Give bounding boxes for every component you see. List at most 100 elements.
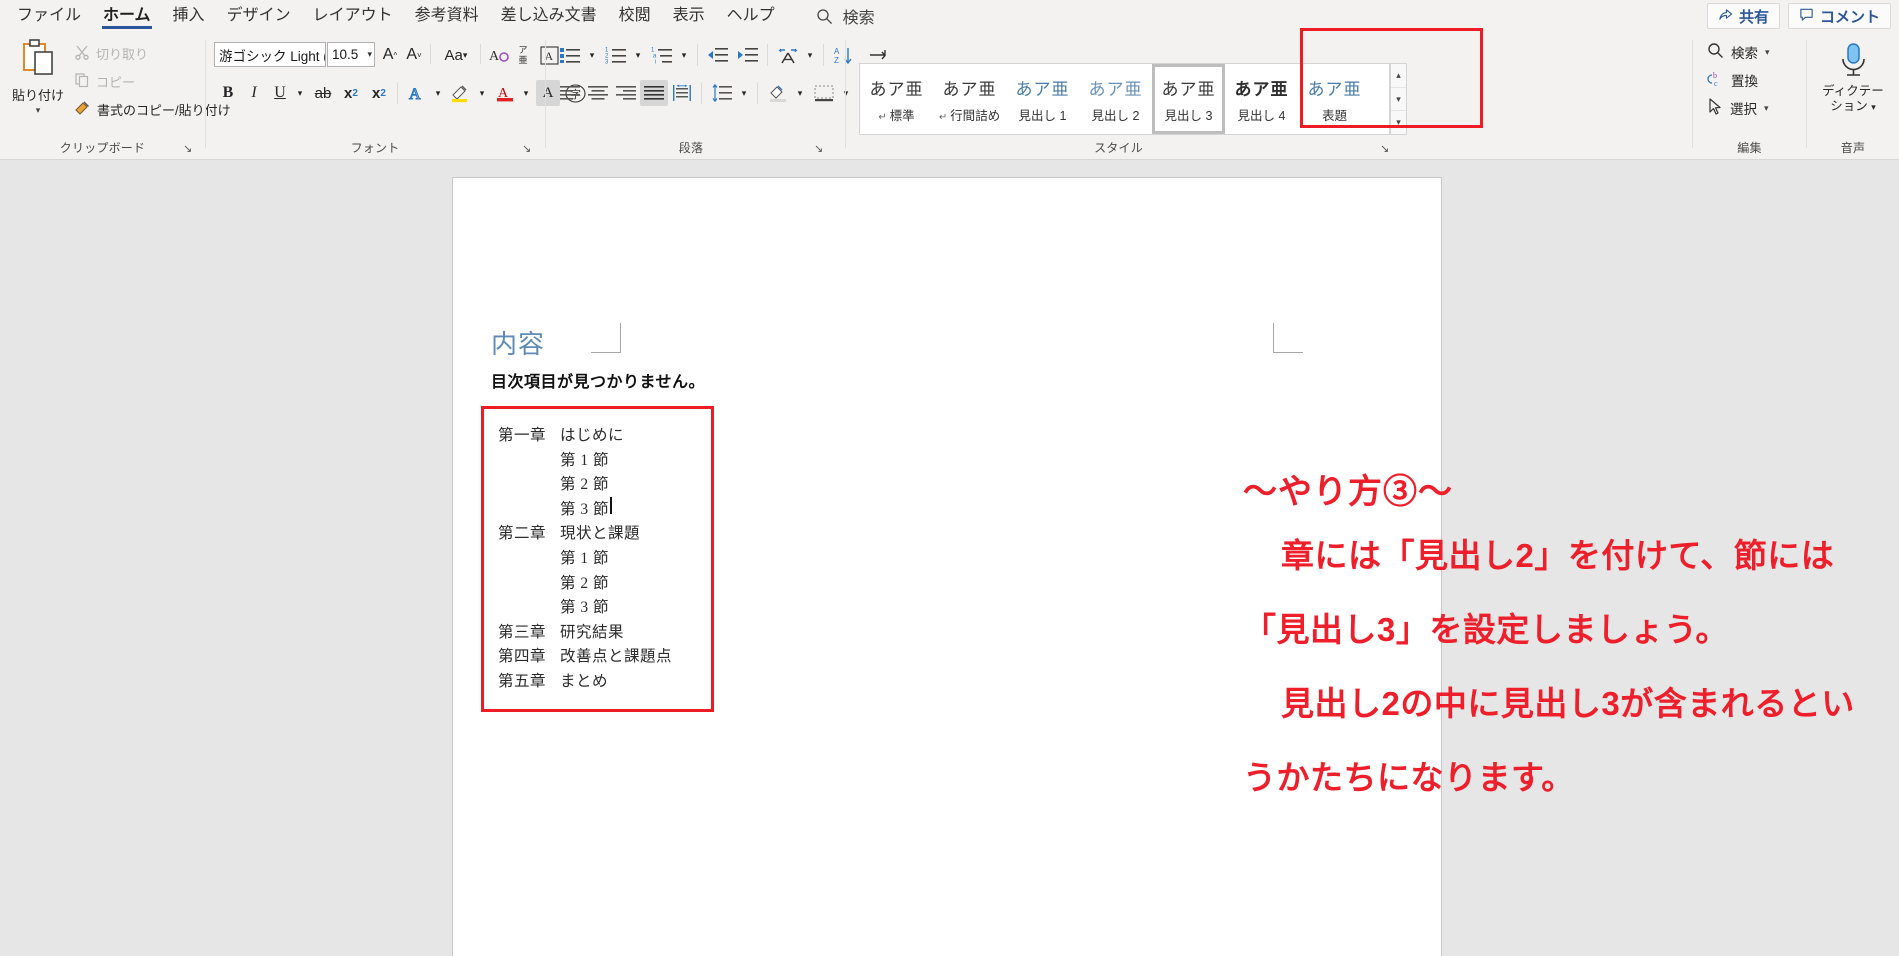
chevron-down-icon[interactable]: ▾ — [1764, 103, 1769, 114]
grow-font-button[interactable]: A ^ — [378, 42, 402, 68]
multilevel-list-button[interactable]: 1ai — [648, 42, 676, 68]
styles-gallery[interactable]: あア亜 ↵ 標準 あア亜 ↵ 行間詰め あア亜 見出し 1 あア亜 見出し 2 あア亜 見出し 3… — [859, 63, 1390, 135]
chapter-row[interactable]: 第 1 節 — [498, 448, 672, 473]
document-page[interactable]: 内容 目次項目が見つかりません。 第一章 はじめに第 1 節第 2 節第 3 節第… — [452, 177, 1854, 956]
phonetic-guide-button[interactable]: ア亜 — [512, 42, 534, 68]
gallery-scroll-down-icon[interactable]: ▾ — [1391, 88, 1406, 112]
ribbon-tab-1[interactable]: ホーム — [92, 0, 162, 32]
ribbon-tab-0[interactable]: ファイル — [6, 0, 92, 32]
shading-chevron-icon[interactable]: ▾ — [792, 80, 808, 106]
ribbon-tab-8[interactable]: 表示 — [662, 0, 716, 32]
chapter-row[interactable]: 第 2 節 — [498, 472, 672, 497]
bold-button[interactable]: B — [216, 80, 240, 106]
line-spacing-button[interactable] — [708, 80, 736, 106]
italic-button[interactable]: I — [242, 80, 266, 106]
style-item-5[interactable]: あア亜 見出し 4 — [1225, 64, 1298, 134]
highlight-chevron-icon[interactable]: ▾ — [474, 80, 490, 106]
style-item-3[interactable]: あア亜 見出し 2 — [1079, 64, 1152, 134]
increase-indent-button[interactable] — [734, 42, 762, 68]
chapter-row[interactable]: 第四章 改善点と課題点 — [498, 644, 672, 669]
copy-button[interactable]: コピー — [74, 69, 135, 93]
styles-dialog-launcher[interactable]: ↘ — [1380, 143, 1392, 155]
clipboard-dialog-launcher[interactable]: ↘ — [183, 143, 195, 155]
shrink-font-button[interactable]: A ˅ — [402, 42, 426, 68]
shading-button[interactable] — [764, 80, 792, 106]
text-effects-chevron-icon[interactable]: ▾ — [430, 80, 446, 106]
ribbon-tab-9[interactable]: ヘルプ — [716, 0, 786, 32]
document-canvas[interactable]: 内容 目次項目が見つかりません。 第一章 はじめに第 1 節第 2 節第 3 節第… — [0, 160, 1899, 956]
subscript-button[interactable]: x2 — [338, 80, 364, 106]
share-button[interactable]: 共有 — [1706, 3, 1780, 29]
style-item-1[interactable]: あア亜 ↵ 行間詰め — [933, 64, 1006, 134]
ribbon-tab-5[interactable]: 参考資料 — [404, 0, 490, 32]
phonetic-guide-paragraph-button[interactable] — [774, 42, 802, 68]
decrease-indent-button[interactable] — [704, 42, 732, 68]
distribute-button[interactable] — [668, 80, 696, 106]
chapter-row[interactable]: 第五章 まとめ — [498, 669, 672, 694]
chevron-down-icon[interactable]: ▾ — [364, 49, 372, 60]
select-button[interactable]: 選択 ▾ — [1707, 96, 1769, 120]
superscript-button[interactable]: x2 — [366, 80, 392, 106]
bullets-chevron-icon[interactable]: ▾ — [584, 42, 600, 68]
paragraph-dialog-launcher[interactable]: ↘ — [814, 143, 826, 155]
gallery-scroll-up-icon[interactable]: ▴ — [1391, 64, 1406, 88]
chapter-row[interactable]: 第二章 現状と課題 — [498, 521, 672, 546]
align-left-button[interactable] — [556, 80, 584, 106]
replace-button[interactable]: bc 置換 — [1707, 68, 1758, 92]
chapter-row[interactable]: 第 3 節 — [498, 595, 672, 620]
clear-formatting-button[interactable]: A — [486, 42, 512, 68]
chapter-number: 第三章 — [498, 623, 547, 641]
cut-button[interactable]: 切り取り — [74, 41, 148, 65]
chevron-down-icon[interactable]: ▾ — [1765, 47, 1770, 58]
style-item-0[interactable]: あア亜 ↵ 標準 — [860, 64, 933, 134]
chapter-row[interactable]: 第 3 節 — [498, 496, 672, 522]
align-right-button[interactable] — [612, 80, 640, 106]
multilevel-chevron-icon[interactable]: ▾ — [676, 42, 692, 68]
change-case-button[interactable]: Aa ▾ — [436, 42, 476, 68]
ribbon-tab-6[interactable]: 差し込み文書 — [490, 0, 608, 32]
dictate-button[interactable]: ディクテー ション ▾ — [1815, 42, 1891, 115]
select-cursor-icon — [1707, 98, 1723, 118]
chapter-row[interactable]: 第一章 はじめに — [498, 423, 672, 448]
chevron-down-icon[interactable]: ▾ — [1871, 102, 1876, 112]
ribbon-search-box[interactable]: 検索 — [816, 0, 875, 32]
font-size-combobox[interactable]: 10.5 ▾ — [327, 42, 375, 67]
font-dialog-launcher[interactable]: ↘ — [522, 143, 534, 155]
align-center-button[interactable] — [584, 80, 612, 106]
style-item-6[interactable]: あア亜 表題 — [1298, 64, 1371, 134]
style-item-2[interactable]: あア亜 見出し 1 — [1006, 64, 1079, 134]
ribbon-tab-7[interactable]: 校閲 — [608, 0, 662, 32]
chapter-list[interactable]: 第一章 はじめに第 1 節第 2 節第 3 節第二章 現状と課題第 1 節第 2 節… — [498, 423, 672, 694]
underline-button[interactable]: U — [268, 80, 292, 106]
font-color-chevron-icon[interactable]: ▾ — [518, 80, 534, 106]
line-spacing-chevron-icon[interactable]: ▾ — [736, 80, 752, 106]
search-label: 検索 — [842, 10, 875, 27]
divider — [757, 82, 758, 104]
chapter-row[interactable]: 第 1 節 — [498, 546, 672, 571]
chevron-down-icon[interactable]: ▾ — [36, 105, 41, 116]
chapter-row[interactable]: 第 2 節 — [498, 571, 672, 596]
bullets-button[interactable] — [556, 42, 584, 68]
chapter-row[interactable]: 第三章 研究結果 — [498, 620, 672, 645]
phonetic-chevron-icon[interactable]: ▾ — [802, 42, 818, 68]
underline-chevron-icon[interactable]: ▾ — [292, 80, 308, 106]
highlight-button[interactable] — [448, 80, 474, 106]
find-button[interactable]: 検索 ▾ — [1707, 40, 1770, 64]
style-item-4[interactable]: あア亜 見出し 3 — [1152, 64, 1225, 134]
ribbon-tab-4[interactable]: レイアウト — [302, 0, 404, 32]
styles-gallery-scrollbar[interactable]: ▴ ▾ ▾̲ — [1390, 63, 1407, 135]
numbering-button[interactable]: 123 — [602, 42, 630, 68]
ribbon-tab-3[interactable]: デザイン — [216, 0, 302, 32]
comment-button[interactable]: コメント — [1787, 3, 1891, 29]
font-name-combobox[interactable]: 游ゴシック Light (見 ▾ — [214, 42, 326, 67]
borders-button[interactable] — [810, 80, 838, 106]
strikethrough-button[interactable]: ab — [310, 80, 336, 106]
text-effects-button[interactable]: A — [404, 80, 430, 106]
ribbon-tab-2[interactable]: 挿入 — [162, 0, 216, 32]
justify-button[interactable] — [640, 80, 668, 106]
numbering-chevron-icon[interactable]: ▾ — [630, 42, 646, 68]
style-sample: あア亜 — [1015, 79, 1070, 99]
paste-button[interactable]: 貼り付け ▾ — [8, 38, 68, 130]
gallery-more-icon[interactable]: ▾̲ — [1391, 111, 1406, 134]
font-color-button[interactable]: A — [492, 80, 518, 106]
